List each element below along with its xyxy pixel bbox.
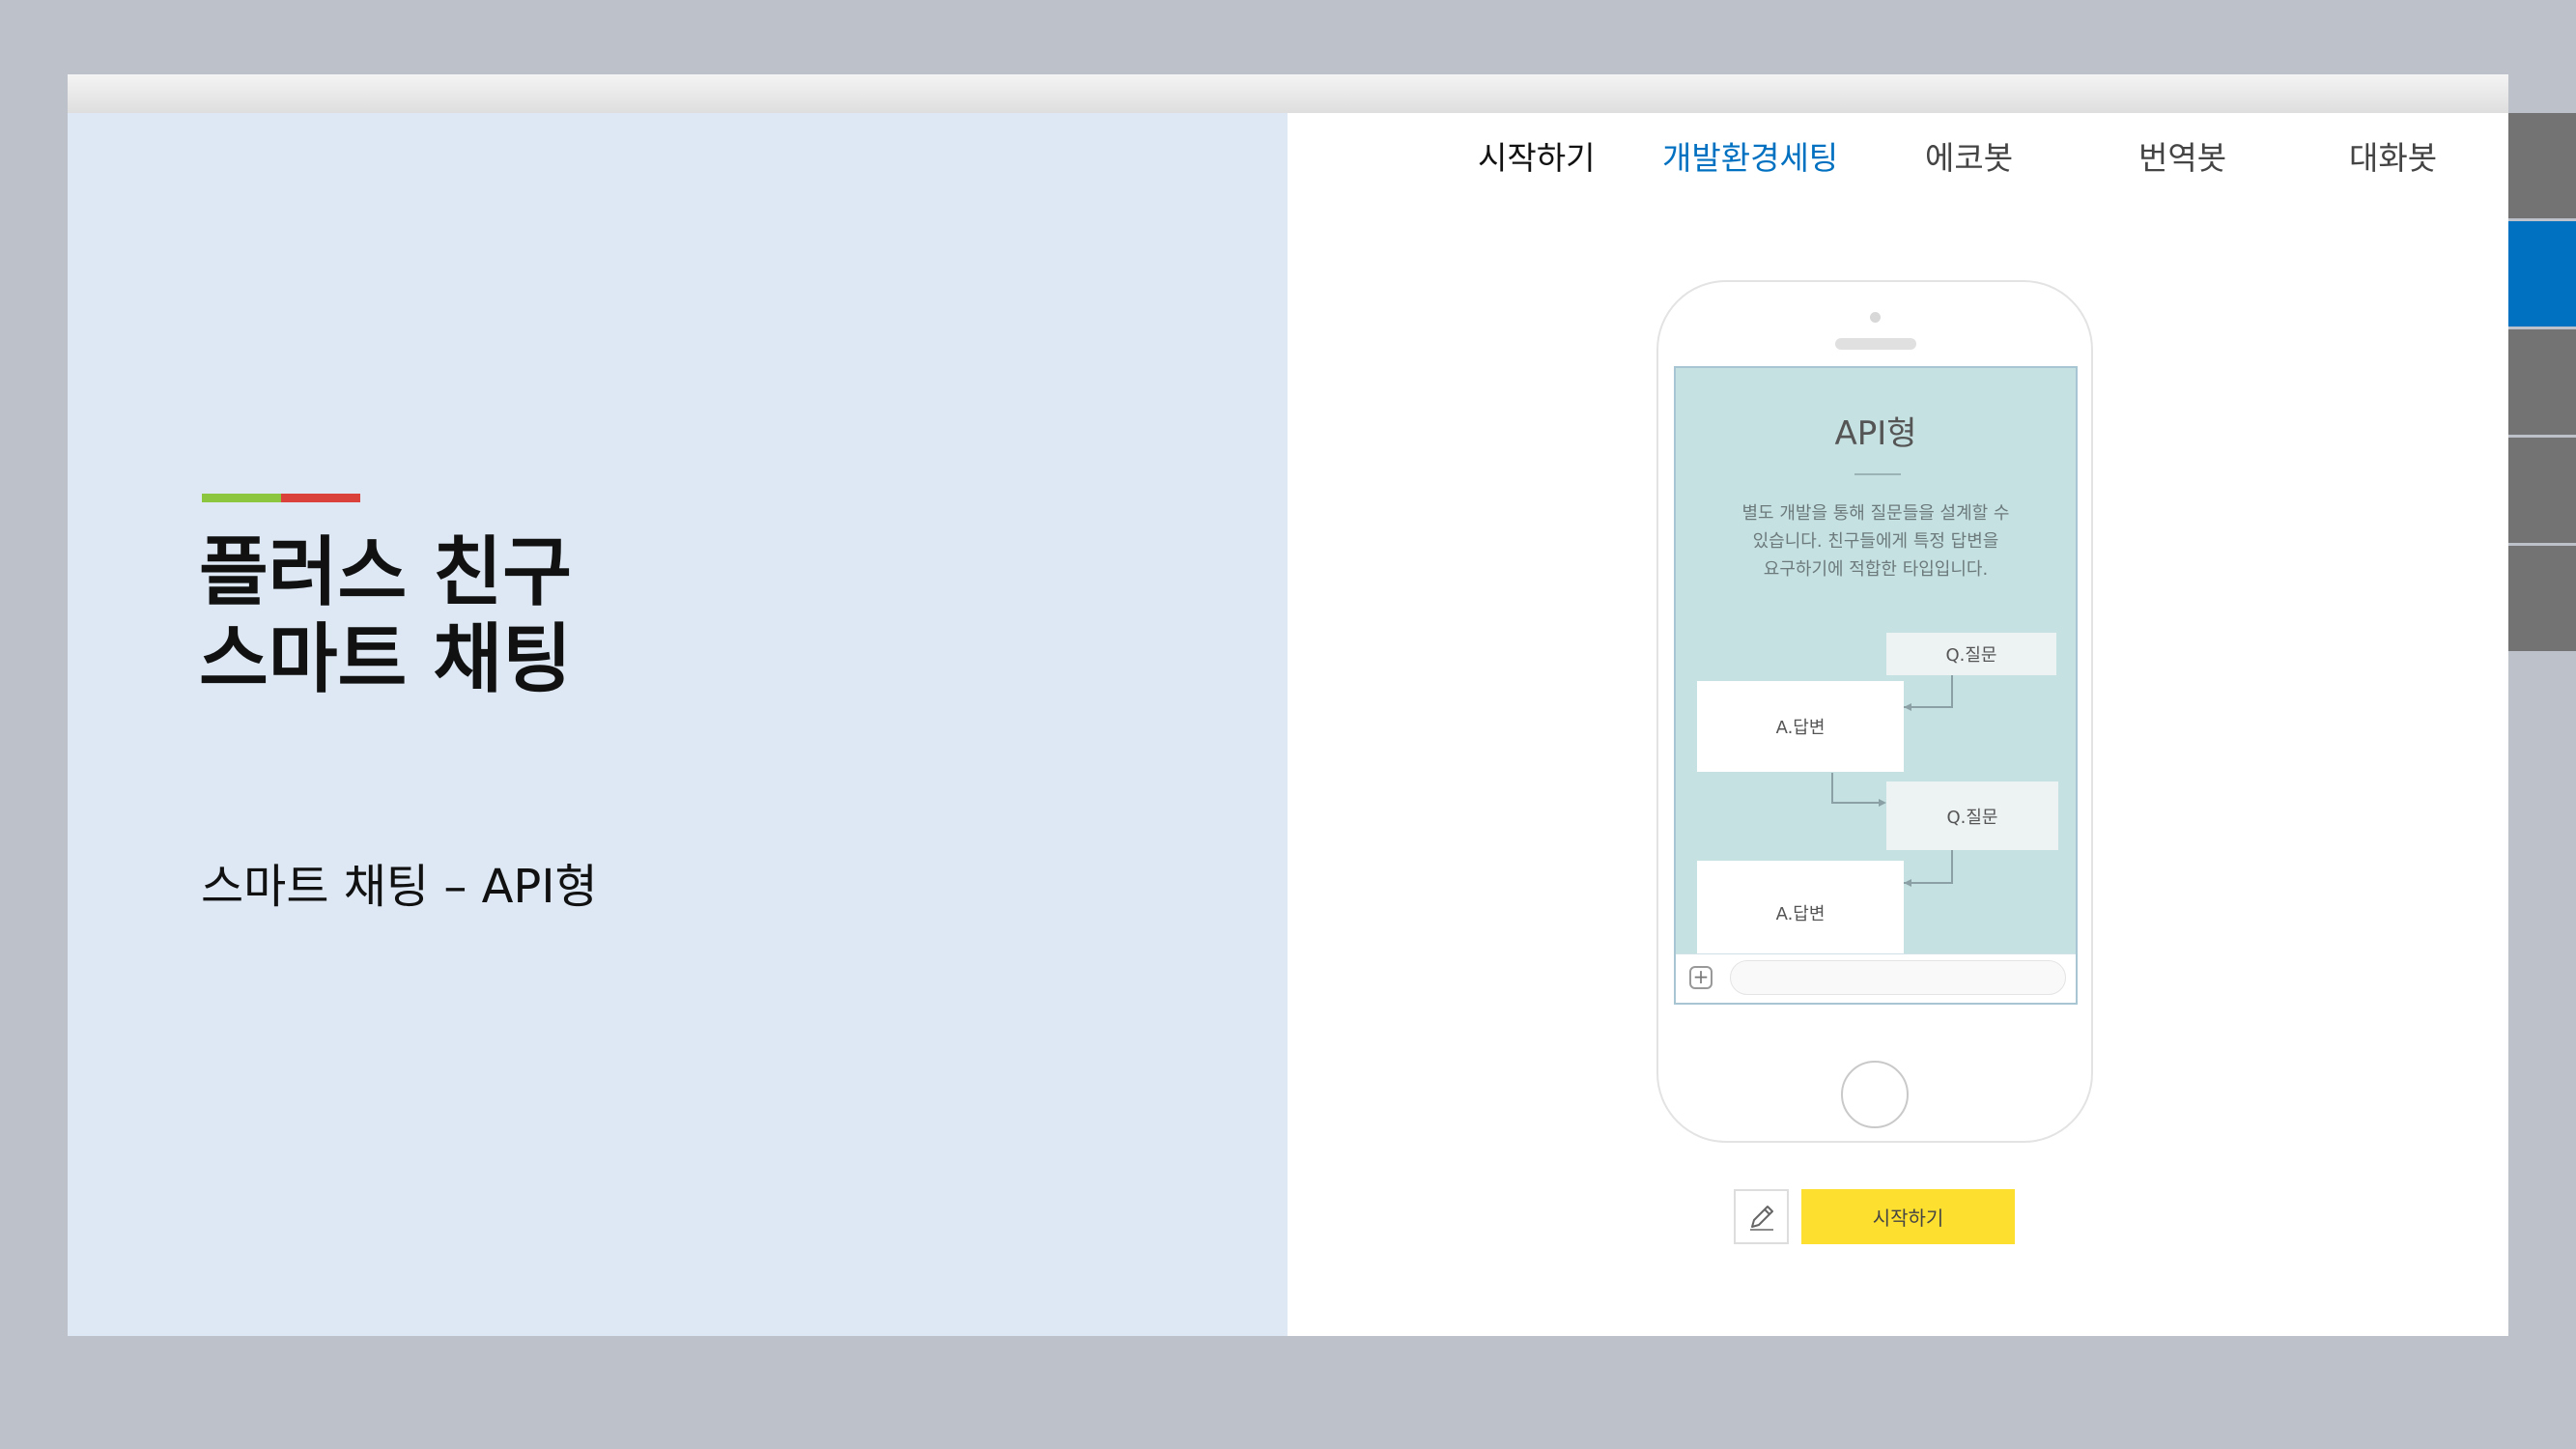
connector-arrow-1 <box>1904 703 1911 711</box>
connector-q1-a1 <box>1904 675 1953 708</box>
slide-title: 플러스 친구 스마트 채팅 <box>199 529 572 703</box>
bubble-answer-1: A.답변 <box>1697 681 1904 772</box>
phone-speaker <box>1835 338 1916 350</box>
window-topbar <box>68 74 2508 113</box>
nav-tab-echobot[interactable]: 에코봇 <box>1925 132 2013 179</box>
connector-q2-a2 <box>1904 850 1953 884</box>
bubble-question-2: Q.질문 <box>1886 781 2058 850</box>
edit-button[interactable] <box>1734 1189 1789 1244</box>
connector-a1-q2 <box>1831 773 1879 804</box>
side-tab-strip <box>2508 113 2576 654</box>
phone-screen: API형 별도 개발을 통해 질문들을 설계할 수 있습니다. 친구들에게 특정… <box>1674 366 2078 1005</box>
plus-icon[interactable]: + <box>1689 966 1713 989</box>
bubble-answer-2: A.답변 <box>1697 861 1904 965</box>
phone-camera <box>1870 312 1881 323</box>
connector-arrow-2 <box>1879 799 1886 807</box>
title-line-1: 플러스 친구 <box>199 529 572 616</box>
side-tab-2[interactable] <box>2508 221 2576 327</box>
chat-input-bar: + <box>1676 953 2076 1003</box>
side-tab-5[interactable] <box>2508 546 2576 651</box>
left-panel: 플러스 친구 스마트 채팅 스마트 채팅 – API형 <box>68 113 1288 1336</box>
slide-subtitle: 스마트 채팅 – API형 <box>201 860 598 914</box>
nav-tab-chatbot[interactable]: 대화봇 <box>2349 132 2437 179</box>
connector-arrow-3 <box>1904 879 1911 887</box>
bubble-question-1: Q.질문 <box>1886 633 2056 675</box>
start-button[interactable]: 시작하기 <box>1801 1189 2015 1244</box>
side-tab-3[interactable] <box>2508 329 2576 435</box>
phone-home-button <box>1841 1061 1909 1128</box>
pencil-icon <box>1749 1205 1773 1231</box>
nav-tab-dev-env[interactable]: 개발환경세팅 <box>1662 132 1838 179</box>
nav-tab-start[interactable]: 시작하기 <box>1478 132 1595 179</box>
side-tab-4[interactable] <box>2508 438 2576 543</box>
slide: 플러스 친구 스마트 채팅 스마트 채팅 – API형 시작하기 개발환경세팅 … <box>68 74 2508 1336</box>
accent-bar-red <box>281 494 360 502</box>
accent-bar-green <box>202 494 281 502</box>
message-input[interactable] <box>1730 960 2066 995</box>
phone-mockup: API형 별도 개발을 통해 질문들을 설계할 수 있습니다. 친구들에게 특정… <box>1656 280 2093 1143</box>
side-tab-1[interactable] <box>2508 113 2576 218</box>
title-line-2: 스마트 채팅 <box>199 616 572 703</box>
nav-tab-translatebot[interactable]: 번역봇 <box>2138 132 2226 179</box>
